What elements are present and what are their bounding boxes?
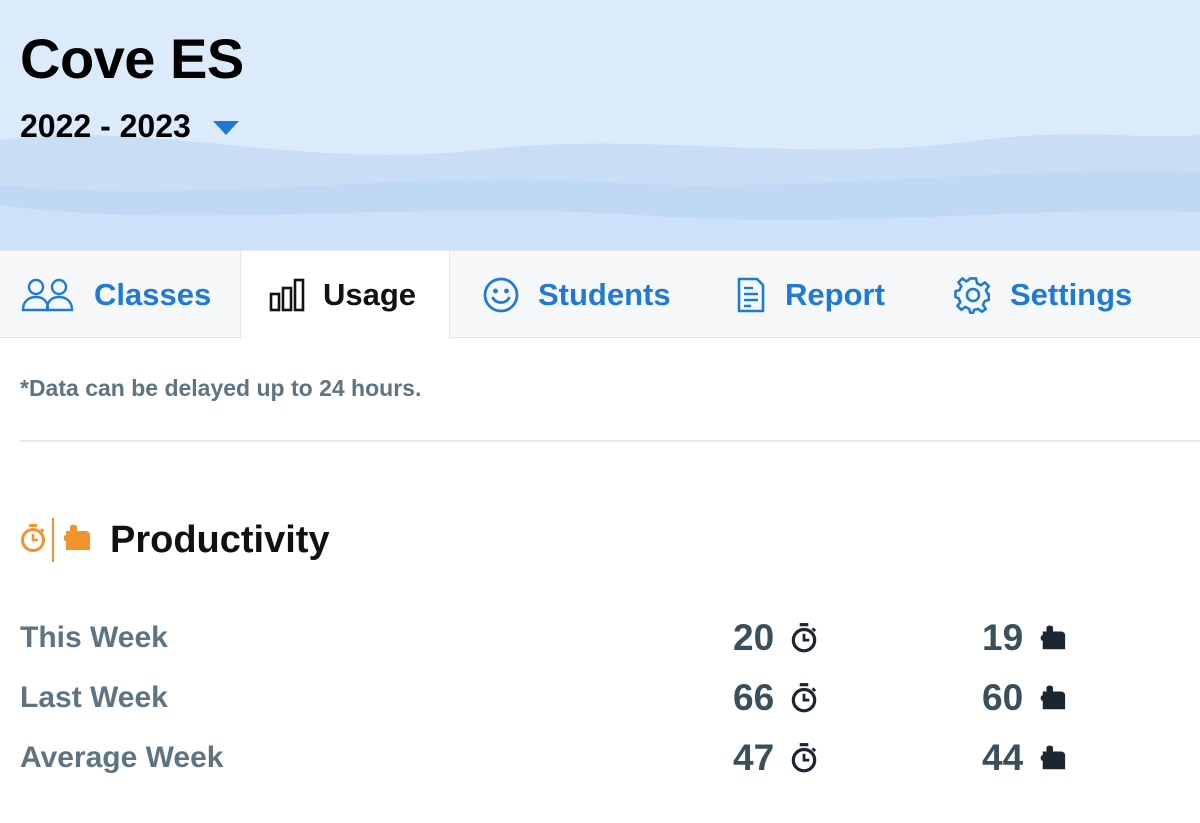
time-metric: 66 — [733, 673, 818, 723]
stopwatch-icon — [790, 742, 818, 774]
school-year-value: 2022 - 2023 — [20, 108, 191, 144]
icon-separator — [52, 518, 54, 562]
school-name: Cove ES — [20, 27, 244, 90]
section-title: Productivity — [110, 518, 330, 561]
productivity-row: This Week 20 19 — [0, 613, 1200, 663]
puzzle-metric: 19 — [982, 613, 1067, 663]
tab-students[interactable]: Students — [482, 251, 671, 338]
tab-label: Classes — [94, 276, 212, 312]
row-label: Average Week — [20, 741, 224, 774]
productivity-row: Average Week 47 44 — [0, 733, 1200, 783]
people-icon — [20, 277, 76, 313]
school-year-dropdown[interactable]: 2022 - 2023 — [20, 108, 239, 145]
tab-usage[interactable]: Usage — [240, 251, 450, 339]
caret-down-icon — [212, 120, 239, 135]
stopwatch-icon — [790, 682, 818, 714]
stopwatch-icon — [790, 622, 818, 654]
divider — [20, 440, 1200, 442]
tab-settings[interactable]: Settings — [954, 251, 1132, 338]
productivity-header: Productivity — [20, 518, 330, 562]
tab-label: Settings — [1010, 276, 1133, 312]
puzzle-metric: 44 — [982, 733, 1067, 783]
time-metric: 47 — [733, 733, 818, 783]
tab-label: Report — [785, 276, 885, 312]
puzzles-value: 60 — [982, 677, 1024, 718]
productivity-row: Last Week 66 60 — [0, 673, 1200, 723]
tab-label: Students — [538, 276, 671, 312]
time-value: 66 — [733, 677, 775, 718]
puzzle-icon — [1039, 623, 1067, 653]
header-banner: Cove ES 2022 - 2023 — [0, 0, 1200, 250]
puzzles-value: 19 — [982, 617, 1024, 658]
time-value: 47 — [733, 737, 775, 778]
tab-label: Usage — [323, 277, 417, 312]
main-tabs: Classes Usage Students Report Settings — [0, 250, 1200, 339]
smiley-icon — [482, 276, 520, 314]
tab-report[interactable]: Report — [735, 251, 885, 338]
gear-icon — [954, 276, 992, 314]
stopwatch-icon — [20, 523, 46, 558]
bar-chart-icon — [269, 278, 305, 312]
report-icon — [735, 276, 767, 314]
puzzle-icon — [1039, 743, 1067, 773]
time-value: 20 — [733, 617, 775, 658]
puzzle-metric: 60 — [982, 673, 1067, 723]
puzzles-value: 44 — [982, 737, 1024, 778]
puzzle-icon — [1039, 683, 1067, 713]
row-label: Last Week — [20, 681, 168, 714]
productivity-icons — [20, 518, 92, 562]
row-label: This Week — [20, 621, 168, 654]
data-delay-notice: *Data can be delayed up to 24 hours. — [20, 375, 422, 401]
tab-classes[interactable]: Classes — [20, 251, 211, 338]
time-metric: 20 — [733, 613, 818, 663]
puzzle-icon — [62, 523, 92, 558]
